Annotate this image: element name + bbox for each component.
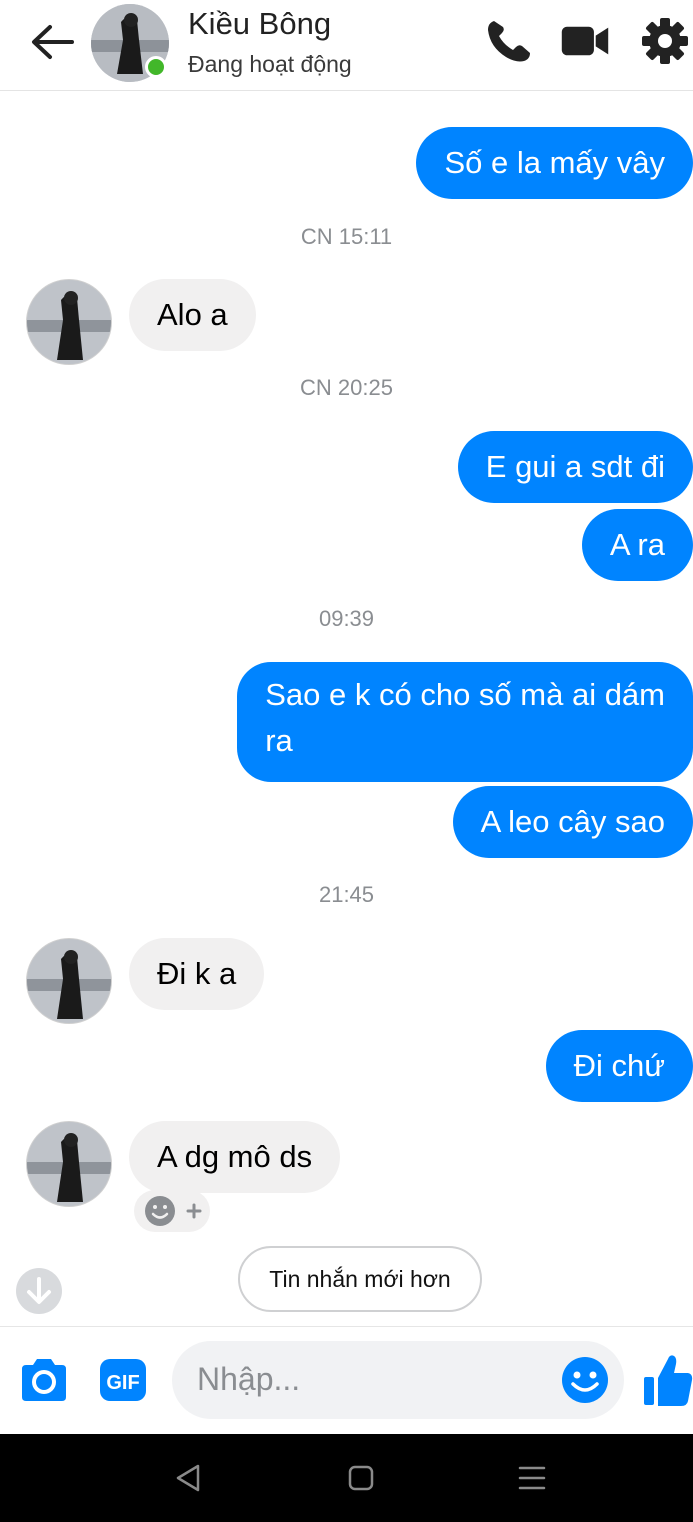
timestamp: 21:45 <box>318 882 375 907</box>
timestamp: CN 20:25 <box>300 375 393 400</box>
message-outgoing[interactable]: Số e la mấy vây <box>416 127 693 199</box>
message-incoming[interactable]: A dg mô ds <box>129 1121 341 1193</box>
message-incoming[interactable]: Alo a <box>129 279 256 351</box>
conversation-header: Kiều Bông Đang hoạt động <box>0 0 693 91</box>
message-outgoing[interactable]: A ra <box>581 509 693 581</box>
nav-home-icon[interactable] <box>345 1462 377 1494</box>
message-input-placeholder: Nhập... <box>197 1361 301 1397</box>
back-arrow-icon[interactable] <box>28 22 76 62</box>
svg-text:GIF: GIF <box>106 1372 139 1394</box>
online-status-dot <box>145 56 167 78</box>
active-status: Đang hoạt động <box>188 51 352 77</box>
nav-back-icon[interactable] <box>172 1462 204 1494</box>
video-camera-icon[interactable] <box>560 17 610 65</box>
avatar-photo <box>27 1122 111 1206</box>
message-incoming[interactable]: Đi k a <box>129 938 265 1010</box>
contact-name[interactable]: Kiều Bông <box>188 6 331 42</box>
add-reaction-icon <box>145 1196 202 1226</box>
emoji-icon[interactable] <box>560 1355 610 1405</box>
gear-icon[interactable] <box>640 17 690 65</box>
arrow-down-icon <box>27 1277 51 1304</box>
message-line: ra <box>265 723 293 758</box>
avatar-photo <box>27 939 111 1023</box>
contact-avatar-small[interactable] <box>26 938 112 1024</box>
contact-avatar-small[interactable] <box>26 279 112 365</box>
message-line: Sao e k có cho số mà ai dám <box>265 677 665 712</box>
system-navigation-bar <box>0 1434 693 1522</box>
camera-icon[interactable] <box>18 1357 70 1403</box>
phone-icon[interactable] <box>484 17 534 65</box>
message-outgoing[interactable]: Sao e k có cho số mà ai dám ra <box>237 662 693 782</box>
thumbs-up-icon[interactable] <box>640 1351 693 1409</box>
message-outgoing[interactable]: Đi chứ <box>545 1030 693 1102</box>
gif-icon[interactable]: GIF <box>99 1357 147 1403</box>
avatar-photo <box>27 280 111 364</box>
contact-avatar-small[interactable] <box>26 1121 112 1207</box>
message-input[interactable]: Nhập... <box>172 1341 624 1419</box>
add-reaction-button[interactable] <box>134 1190 210 1232</box>
scroll-down-button[interactable] <box>16 1268 62 1314</box>
nav-recents-icon[interactable] <box>516 1462 548 1494</box>
message-outgoing[interactable]: A leo cây sao <box>452 786 693 858</box>
timestamp: 09:39 <box>318 606 375 631</box>
newer-messages-button[interactable]: Tin nhắn mới hơn <box>238 1246 482 1312</box>
message-outgoing[interactable]: E gui a sdt đi <box>457 431 693 503</box>
message-composer: GIF Nhập... <box>0 1326 693 1435</box>
timestamp: CN 15:11 <box>300 224 393 249</box>
